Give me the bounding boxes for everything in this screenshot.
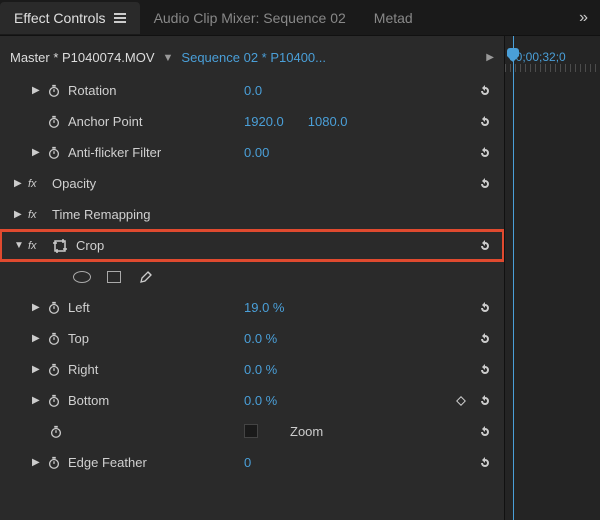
effect-label: Time Remapping <box>52 207 151 222</box>
keyframe-nav-icon[interactable] <box>456 396 466 406</box>
twirl-icon[interactable]: ▶ <box>32 302 46 313</box>
tabs-overflow-icon[interactable]: » <box>567 1 600 35</box>
crop-left-value[interactable]: 19.0 % <box>244 300 284 315</box>
property-crop-top: ▶ Top 0.0 % <box>0 323 504 354</box>
reset-icon[interactable] <box>476 330 494 348</box>
property-anchor-point: ▶ Anchor Point 1920.0 1080.0 <box>0 106 504 137</box>
property-crop-right: ▶ Right 0.0 % <box>0 354 504 385</box>
tab-label: Audio Clip Mixer: Sequence 02 <box>154 10 346 26</box>
property-anti-flicker: ▶ Anti-flicker Filter 0.00 <box>0 137 504 168</box>
anchor-x-value[interactable]: 1920.0 <box>244 114 284 129</box>
effect-opacity[interactable]: ▶ fx Opacity <box>0 168 504 199</box>
timeline-column[interactable]: 00;00;32;0 <box>504 36 600 520</box>
clip-header: Master * P1040074.MOV ▼ Sequence 02 * P1… <box>0 36 504 75</box>
anchor-y-value[interactable]: 1080.0 <box>308 114 348 129</box>
property-label: Edge Feather <box>68 455 147 470</box>
timecode-display: 00;00;32;0 <box>505 36 600 64</box>
reset-icon[interactable] <box>476 82 494 100</box>
twirl-icon[interactable]: ▶ <box>14 178 28 189</box>
property-crop-left: ▶ Left 19.0 % <box>0 292 504 323</box>
reset-icon[interactable] <box>476 237 494 255</box>
stopwatch-icon[interactable] <box>46 331 62 347</box>
effect-label: Crop <box>76 238 104 253</box>
property-label: Anti-flicker Filter <box>68 145 161 160</box>
property-label: Left <box>68 300 90 315</box>
pen-mask-button[interactable] <box>136 269 156 285</box>
twirl-icon[interactable]: ▶ <box>32 457 46 468</box>
property-label: Top <box>68 331 89 346</box>
reset-icon[interactable] <box>476 299 494 317</box>
reset-icon[interactable] <box>476 113 494 131</box>
reset-icon[interactable] <box>476 454 494 472</box>
reset-icon[interactable] <box>476 175 494 193</box>
tab-label: Metad <box>374 10 413 26</box>
effect-crop[interactable]: ▼ fx Crop <box>0 230 504 261</box>
play-icon[interactable]: ▶ <box>486 52 494 63</box>
crop-right-value[interactable]: 0.0 % <box>244 362 277 377</box>
twirl-icon[interactable]: ▶ <box>14 209 28 220</box>
panel-menu-icon[interactable] <box>114 13 126 23</box>
panel-tab-bar: Effect Controls Audio Clip Mixer: Sequen… <box>0 0 600 36</box>
twirl-icon[interactable]: ▶ <box>32 147 46 158</box>
antiflicker-value[interactable]: 0.00 <box>244 145 269 160</box>
effect-time-remapping[interactable]: ▶ fx Time Remapping <box>0 199 504 230</box>
property-label: Right <box>68 362 98 377</box>
stopwatch-icon[interactable] <box>46 300 62 316</box>
stopwatch-icon[interactable] <box>46 362 62 378</box>
fx-badge-icon[interactable]: fx <box>28 239 46 253</box>
twirl-icon[interactable]: ▶ <box>32 333 46 344</box>
fx-badge-icon[interactable]: fx <box>28 177 46 191</box>
stopwatch-icon[interactable] <box>46 114 62 130</box>
tab-effect-controls[interactable]: Effect Controls <box>0 2 140 34</box>
fx-badge-icon[interactable]: fx <box>28 208 46 222</box>
ellipse-mask-button[interactable] <box>72 269 92 285</box>
property-rotation: ▶ Rotation 0.0 <box>0 75 504 106</box>
mask-shape-tools <box>0 261 504 292</box>
reset-icon[interactable] <box>476 423 494 441</box>
dropdown-icon[interactable]: ▼ <box>163 52 174 64</box>
property-label: Bottom <box>68 393 109 408</box>
rotation-value[interactable]: 0.0 <box>244 83 262 98</box>
edge-feather-value[interactable]: 0 <box>244 455 251 470</box>
property-label: Anchor Point <box>68 114 142 129</box>
reset-icon[interactable] <box>476 361 494 379</box>
crop-effect-icon <box>52 238 68 254</box>
reset-icon[interactable] <box>476 144 494 162</box>
crop-bottom-value[interactable]: 0.0 % <box>244 393 277 408</box>
property-crop-bottom: ▶ Bottom 0.0 % <box>0 385 504 416</box>
stopwatch-icon[interactable] <box>46 145 62 161</box>
sequence-clip-name[interactable]: Sequence 02 * P10400... <box>181 50 326 65</box>
master-clip-name[interactable]: Master * P1040074.MOV <box>10 50 155 65</box>
twirl-icon[interactable]: ▶ <box>32 364 46 375</box>
effect-property-list: ▶ Rotation 0.0 ▶ Anchor Point 1920.0 108… <box>0 75 504 520</box>
zoom-checkbox[interactable] <box>244 424 258 438</box>
effect-controls-panel: Master * P1040074.MOV ▼ Sequence 02 * P1… <box>0 36 600 520</box>
tab-audio-mixer[interactable]: Audio Clip Mixer: Sequence 02 <box>140 2 360 34</box>
stopwatch-icon[interactable] <box>46 83 62 99</box>
stopwatch-icon[interactable] <box>46 393 62 409</box>
twirl-icon[interactable]: ▶ <box>32 395 46 406</box>
rectangle-mask-button[interactable] <box>104 269 124 285</box>
playhead-icon[interactable] <box>513 36 514 520</box>
tab-label: Effect Controls <box>14 10 106 26</box>
crop-top-value[interactable]: 0.0 % <box>244 331 277 346</box>
reset-icon[interactable] <box>476 392 494 410</box>
tab-metadata[interactable]: Metad <box>360 2 427 34</box>
twirl-icon[interactable]: ▶ <box>32 85 46 96</box>
twirl-icon[interactable]: ▼ <box>14 240 28 251</box>
property-crop-zoom: Zoom <box>0 416 504 447</box>
property-edge-feather: ▶ Edge Feather 0 <box>0 447 504 478</box>
property-label: Rotation <box>68 83 116 98</box>
timeline-ruler[interactable] <box>505 64 600 72</box>
effect-label: Opacity <box>52 176 96 191</box>
property-label: Zoom <box>290 424 323 439</box>
stopwatch-icon[interactable] <box>48 424 64 440</box>
stopwatch-icon[interactable] <box>46 455 62 471</box>
